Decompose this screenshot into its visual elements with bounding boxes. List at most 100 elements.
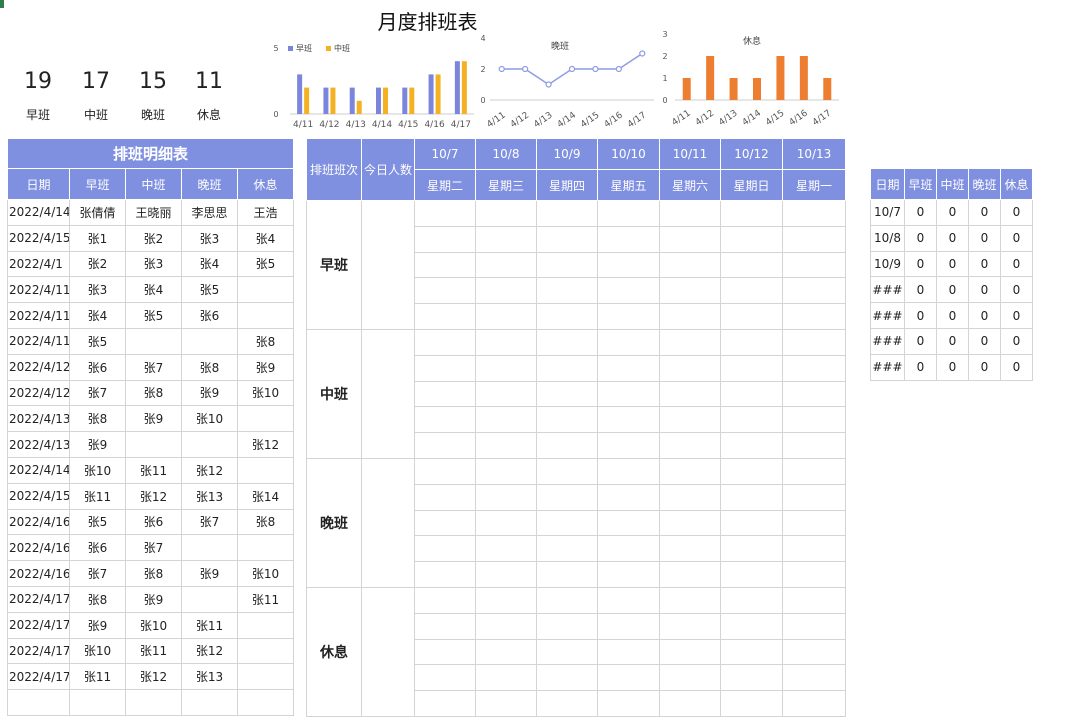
count-cell[interactable]: 0 (968, 327, 1001, 355)
name-cell[interactable]: 张12 (181, 456, 238, 484)
count-cell[interactable]: 0 (904, 276, 937, 304)
schedule-cell[interactable] (475, 406, 537, 434)
date-cell[interactable]: 2022/4/17 (7, 637, 70, 665)
count-cell[interactable]: 0 (1000, 250, 1033, 278)
schedule-cell[interactable] (597, 406, 660, 434)
schedule-cell[interactable] (659, 354, 721, 382)
schedule-cell[interactable] (720, 354, 783, 382)
schedule-cell[interactable] (720, 664, 783, 692)
schedule-cell[interactable] (597, 251, 660, 279)
schedule-cell[interactable] (536, 432, 598, 459)
name-cell[interactable]: 张9 (125, 405, 182, 433)
date-cell[interactable]: 2022/4/13 (7, 431, 70, 458)
name-cell[interactable]: 张5 (237, 250, 294, 278)
name-cell[interactable]: 张7 (181, 508, 238, 536)
schedule-cell[interactable] (536, 638, 598, 666)
count-cell[interactable]: 0 (936, 199, 969, 226)
name-cell[interactable] (181, 327, 238, 355)
count-cell[interactable]: 0 (968, 353, 1001, 381)
name-cell[interactable]: 张2 (69, 250, 126, 278)
schedule-cell[interactable] (475, 535, 537, 563)
schedule-cell[interactable] (782, 535, 846, 563)
schedule-cell[interactable] (720, 432, 783, 459)
name-cell[interactable] (125, 431, 182, 458)
count-cell[interactable]: 0 (1000, 276, 1033, 304)
schedule-cell[interactable] (659, 561, 721, 588)
name-cell[interactable]: 张10 (69, 637, 126, 665)
schedule-cell[interactable] (414, 509, 476, 537)
name-cell[interactable]: 张6 (69, 534, 126, 562)
name-cell[interactable]: 张2 (125, 224, 182, 252)
schedule-cell[interactable] (536, 535, 598, 563)
name-cell[interactable]: 张1 (69, 224, 126, 252)
name-cell[interactable]: 王晓丽 (125, 199, 182, 226)
schedule-cell[interactable] (597, 535, 660, 563)
name-cell[interactable]: 张8 (125, 560, 182, 587)
schedule-cell[interactable] (536, 664, 598, 692)
name-cell[interactable] (237, 276, 294, 304)
name-cell[interactable]: 张12 (237, 431, 294, 458)
schedule-cell[interactable] (720, 303, 783, 330)
name-cell[interactable] (237, 534, 294, 562)
schedule-cell[interactable] (475, 303, 537, 330)
schedule-cell[interactable] (720, 277, 783, 305)
schedule-cell[interactable] (659, 251, 721, 279)
schedule-cell[interactable] (414, 483, 476, 511)
name-cell[interactable] (69, 689, 126, 716)
date-cell[interactable]: 2022/4/16 (7, 534, 70, 562)
schedule-cell[interactable] (414, 586, 476, 614)
count-cell[interactable]: 0 (1000, 224, 1033, 252)
schedule-cell[interactable] (720, 483, 783, 511)
name-cell[interactable]: 张11 (181, 611, 238, 639)
date-cell[interactable]: 2022/4/11 (7, 302, 70, 329)
schedule-cell[interactable] (536, 251, 598, 279)
count-cell[interactable]: 0 (904, 353, 937, 381)
schedule-cell[interactable] (597, 200, 660, 227)
name-cell[interactable]: 张7 (125, 353, 182, 381)
schedule-cell[interactable] (414, 664, 476, 692)
name-cell[interactable]: 张4 (125, 276, 182, 304)
count-cell[interactable]: 0 (904, 199, 937, 226)
schedule-cell[interactable] (536, 561, 598, 588)
count-cell[interactable]: 0 (968, 276, 1001, 304)
schedule-cell[interactable] (720, 251, 783, 279)
date-cell[interactable]: 2022/4/15 (7, 224, 70, 252)
schedule-cell[interactable] (782, 380, 846, 408)
schedule-cell[interactable] (414, 380, 476, 408)
schedule-cell[interactable] (414, 535, 476, 563)
count-cell[interactable]: 0 (968, 302, 1001, 329)
name-cell[interactable]: 张9 (69, 431, 126, 458)
name-cell[interactable] (237, 405, 294, 433)
schedule-cell[interactable] (536, 354, 598, 382)
schedule-cell[interactable] (659, 509, 721, 537)
schedule-cell[interactable] (659, 380, 721, 408)
date-cell[interactable]: 2022/4/12 (7, 353, 70, 381)
name-cell[interactable]: 张6 (125, 508, 182, 536)
name-cell[interactable]: 张11 (125, 637, 182, 665)
date-cell[interactable]: ### (870, 327, 905, 355)
date-cell[interactable]: 2022/4/15 (7, 482, 70, 510)
name-cell[interactable] (237, 689, 294, 716)
schedule-cell[interactable] (782, 586, 846, 614)
schedule-cell[interactable] (475, 200, 537, 227)
name-cell[interactable] (237, 302, 294, 329)
schedule-cell[interactable] (597, 612, 660, 640)
schedule-cell[interactable] (597, 328, 660, 356)
count-cell[interactable]: 0 (904, 250, 937, 278)
night-line-chart[interactable]: 晚班 4 2 04/11 4/12 4/13 4/14 4/15 4/16 4/17 (476, 30, 656, 136)
date-cell[interactable]: ### (870, 353, 905, 381)
date-cell[interactable]: 2022/4/17 (7, 663, 70, 691)
schedule-cell[interactable] (782, 354, 846, 382)
schedule-cell[interactable] (475, 251, 537, 279)
schedule-cell[interactable] (475, 612, 537, 640)
schedule-cell[interactable] (659, 612, 721, 640)
schedule-cell[interactable] (782, 225, 846, 253)
count-cell[interactable]: 0 (1000, 302, 1033, 329)
name-cell[interactable]: 张4 (237, 224, 294, 252)
schedule-cell[interactable] (597, 225, 660, 253)
name-cell[interactable]: 王浩 (237, 199, 294, 226)
schedule-cell[interactable] (720, 638, 783, 666)
today-count-cell[interactable] (361, 586, 415, 717)
name-cell[interactable]: 张6 (181, 302, 238, 329)
schedule-cell[interactable] (536, 483, 598, 511)
